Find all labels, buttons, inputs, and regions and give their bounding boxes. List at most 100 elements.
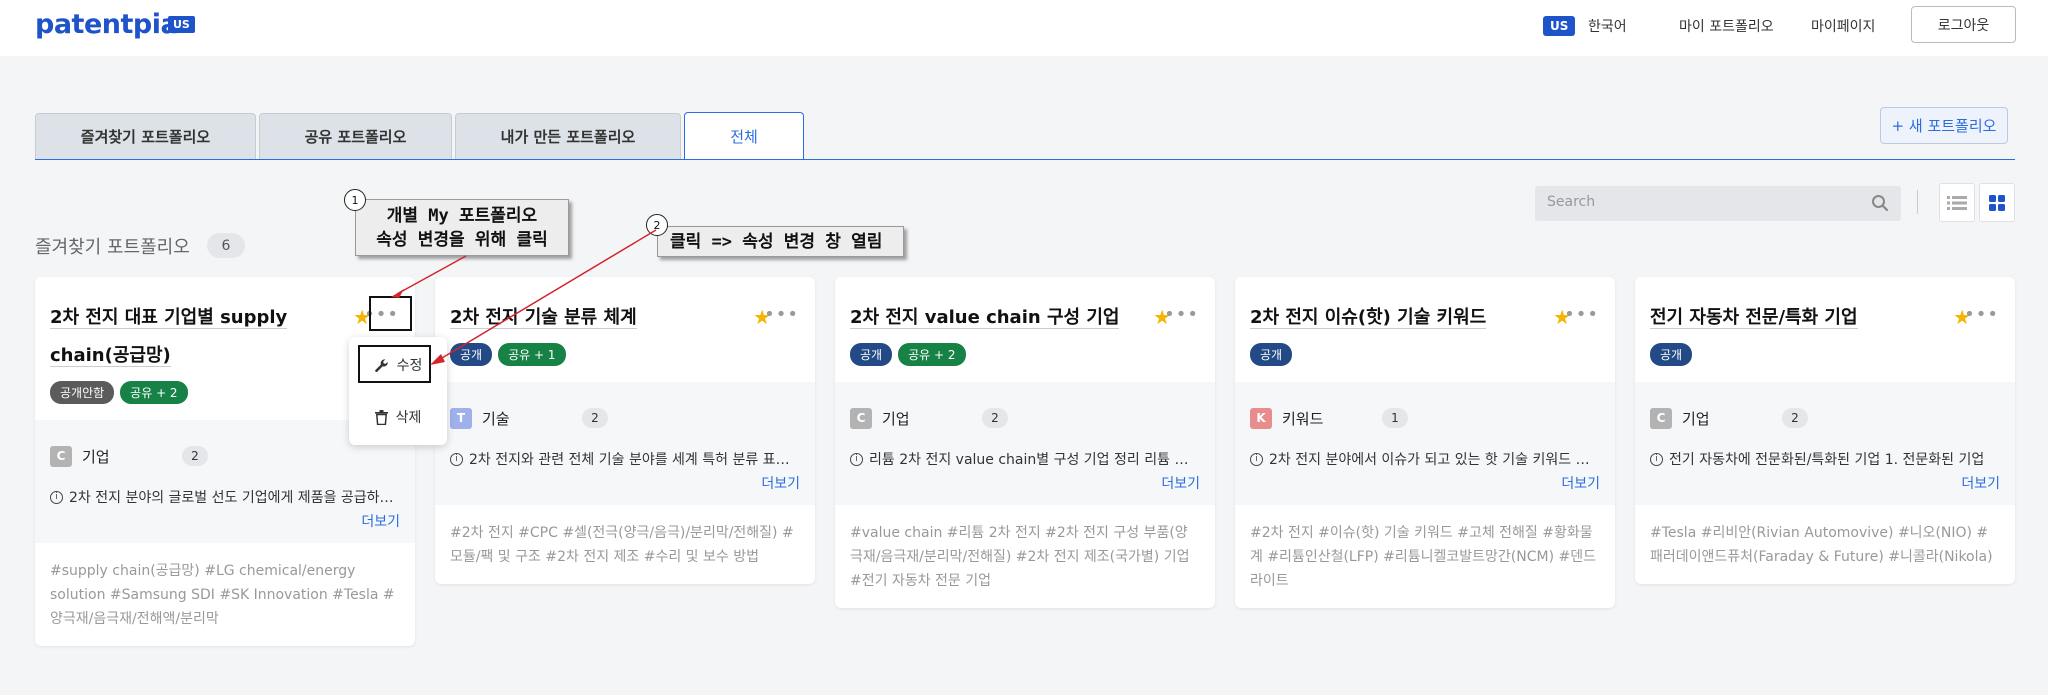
more-link[interactable]: 더보기 bbox=[50, 511, 400, 531]
new-portfolio-button[interactable]: + 새 포트폴리오 bbox=[1880, 107, 2008, 144]
nav-mypage[interactable]: 마이페이지 bbox=[1811, 16, 1875, 36]
card-description: i 2차 전지와 관련 전체 기술 분야를 세계 특허 분류 표준 기준으로 bbox=[450, 449, 800, 469]
tab-all[interactable]: 전체 bbox=[684, 112, 804, 160]
language-toggle[interactable]: 한국어 bbox=[1588, 16, 1627, 36]
section-count-badge: 6 bbox=[207, 233, 245, 258]
view-divider bbox=[1917, 190, 1918, 214]
info-icon: i bbox=[1250, 452, 1263, 466]
portfolio-card[interactable]: 전기 자동차 전문/특화 기업 ★ ••• 공개 C 기업 2 i 전기 자동차… bbox=[1635, 277, 2015, 584]
portfolio-card[interactable]: 2차 전지 기술 분류 체계 ★ ••• 공개 공유 + 1 T 기술 2 i … bbox=[435, 277, 815, 584]
card-header: 2차 전지 value chain 구성 기업 ★ ••• 공개 공유 + 2 bbox=[835, 277, 1215, 382]
category-label: 키워드 bbox=[1282, 409, 1324, 428]
category-row: C 기업 2 bbox=[50, 445, 400, 467]
more-link[interactable]: 더보기 bbox=[1650, 473, 2000, 493]
visibility-badge: 공개 bbox=[850, 343, 893, 366]
category-tech-icon: T bbox=[450, 407, 472, 429]
search-icon[interactable] bbox=[1871, 194, 1889, 212]
annotation-number-1: 1 bbox=[344, 189, 366, 211]
card-tags: #2차 전지 #CPC #셀(전극(양극/음극)/분리막/전해질) #모듈/팩 … bbox=[450, 525, 794, 565]
search-input[interactable] bbox=[1547, 194, 1847, 210]
card-category-section: C 기업 2 i 리튬 2차 전지 value chain별 구성 기업 정리 … bbox=[835, 382, 1215, 505]
category-count: 2 bbox=[582, 408, 608, 428]
logo-region-badge: US bbox=[168, 16, 195, 33]
list-view-button[interactable] bbox=[1939, 183, 1975, 222]
highlight-edit-item bbox=[358, 345, 431, 383]
grid-view-button[interactable] bbox=[1979, 183, 2015, 222]
tab-shared[interactable]: 공유 포트폴리오 bbox=[259, 113, 452, 159]
portfolio-card[interactable]: 2차 전지 이슈(핫) 기술 키워드 ★ ••• 공개 K 키워드 1 i 2차… bbox=[1235, 277, 1615, 608]
category-count: 2 bbox=[182, 446, 208, 466]
info-icon: i bbox=[450, 452, 463, 466]
category-keyword-icon: K bbox=[1250, 407, 1272, 429]
info-icon: i bbox=[850, 452, 863, 466]
share-badge: 공유 + 1 bbox=[498, 343, 566, 366]
annotation-callout-1: 개별 My 포트폴리오 속성 변경을 위해 클릭 bbox=[355, 199, 569, 256]
more-link[interactable]: 더보기 bbox=[850, 473, 1200, 493]
visibility-badge: 공개안함 bbox=[50, 381, 115, 404]
patentpia-logo[interactable]: patentpia bbox=[35, 9, 179, 40]
card-title[interactable]: 2차 전지 기술 분류 체계 bbox=[450, 299, 800, 337]
card-title[interactable]: 2차 전지 대표 기업별 supply chain(공급망) bbox=[50, 299, 400, 375]
card-title[interactable]: 2차 전지 value chain 구성 기업 bbox=[850, 299, 1200, 337]
category-company-icon: C bbox=[1650, 407, 1672, 429]
info-icon: i bbox=[1650, 452, 1663, 466]
annotation-callout-2: 클릭 => 속성 변경 창 열림 bbox=[657, 226, 904, 257]
description-text: 리튬 2차 전지 value chain별 구성 기업 정리 리튬 이온 전지 bbox=[869, 452, 1200, 468]
top-header: patentpia US US 한국어 마이 포트폴리오 마이페이지 로그아웃 bbox=[0, 0, 2048, 56]
card-category-section: K 키워드 1 i 2차 전지 분야에서 이슈가 되고 있는 핫 기술 키워드 … bbox=[1235, 382, 1615, 505]
tab-mine[interactable]: 내가 만든 포트폴리오 bbox=[455, 113, 681, 159]
menu-item-delete[interactable]: 삭제 bbox=[359, 397, 437, 437]
visibility-badge: 공개 bbox=[1250, 343, 1293, 366]
category-label: 기업 bbox=[82, 447, 110, 466]
card-badges: 공개 공유 + 1 bbox=[450, 343, 800, 366]
card-title-text[interactable]: 전기 자동차 전문/특화 기업 bbox=[1650, 307, 1858, 329]
more-options-icon[interactable]: ••• bbox=[764, 304, 799, 325]
more-options-icon[interactable]: ••• bbox=[1964, 304, 1999, 325]
card-category-section: T 기술 2 i 2차 전지와 관련 전체 기술 분야를 세계 특허 분류 표준… bbox=[435, 382, 815, 505]
more-link[interactable]: 더보기 bbox=[450, 473, 800, 493]
category-count: 1 bbox=[1382, 408, 1408, 428]
card-category-section: C 기업 2 i 전기 자동차에 전문화된/특화된 기업 1. 전문화된 기업 … bbox=[1635, 382, 2015, 505]
annotation-2-text: 클릭 => 속성 변경 창 열림 bbox=[670, 232, 883, 252]
card-description: i 2차 전지 분야의 글로벌 선도 기업에게 제품을 공급하는 기업 bbox=[50, 487, 400, 507]
card-tags: #supply chain(공급망) #LG chemical/energy s… bbox=[50, 563, 395, 627]
tab-underline bbox=[35, 159, 2015, 160]
card-title-text[interactable]: 2차 전지 대표 기업별 supply chain(공급망) bbox=[50, 307, 288, 367]
card-title-text[interactable]: 2차 전지 value chain 구성 기업 bbox=[850, 307, 1120, 329]
card-title[interactable]: 2차 전지 이슈(핫) 기술 키워드 bbox=[1250, 299, 1600, 337]
more-options-icon[interactable]: ••• bbox=[1564, 304, 1599, 325]
description-text: 전기 자동차에 전문화된/특화된 기업 1. 전문화된 기업 bbox=[1669, 452, 1985, 468]
portfolio-card[interactable]: 2차 전지 value chain 구성 기업 ★ ••• 공개 공유 + 2 … bbox=[835, 277, 1215, 608]
more-options-icon[interactable]: ••• bbox=[1164, 304, 1199, 325]
info-icon: i bbox=[50, 490, 63, 504]
category-count: 2 bbox=[982, 408, 1008, 428]
category-row: T 기술 2 bbox=[450, 407, 800, 429]
more-link[interactable]: 더보기 bbox=[1250, 473, 1600, 493]
section-title: 즐겨찾기 포트폴리오 bbox=[35, 237, 190, 258]
card-header: 2차 전지 이슈(핫) 기술 키워드 ★ ••• 공개 bbox=[1235, 277, 1615, 382]
description-text: 2차 전지 분야의 글로벌 선도 기업에게 제품을 공급하는 기업 bbox=[69, 490, 400, 506]
tab-favorites[interactable]: 즐겨찾기 포트폴리오 bbox=[35, 113, 256, 159]
card-badges: 공개 bbox=[1250, 343, 1600, 366]
share-badge: 공유 + 2 bbox=[898, 343, 966, 366]
card-title[interactable]: 전기 자동차 전문/특화 기업 bbox=[1650, 299, 2000, 337]
highlight-more-button bbox=[369, 296, 412, 331]
list-view-icon bbox=[1947, 195, 1967, 210]
category-label: 기업 bbox=[882, 409, 910, 428]
portfolio-card[interactable]: 2차 전지 대표 기업별 supply chain(공급망) ★ ••• 공개안… bbox=[35, 277, 415, 646]
annotation-number-2: 2 bbox=[646, 214, 668, 236]
menu-item-delete-label: 삭제 bbox=[395, 410, 422, 426]
trash-icon bbox=[374, 409, 388, 425]
card-badges: 공개안함 공유 + 2 bbox=[50, 381, 400, 404]
card-header: 전기 자동차 전문/특화 기업 ★ ••• 공개 bbox=[1635, 277, 2015, 382]
card-tags: #value chain #리튬 2차 전지 #2차 전지 구성 부품(양극재/… bbox=[850, 525, 1190, 589]
card-description: i 전기 자동차에 전문화된/특화된 기업 1. 전문화된 기업 bbox=[1650, 449, 2000, 469]
annotation-1-line1: 개별 My 포트폴리오 bbox=[386, 206, 538, 226]
card-title-text[interactable]: 2차 전지 기술 분류 체계 bbox=[450, 307, 637, 329]
card-description: i 리튬 2차 전지 value chain별 구성 기업 정리 리튬 이온 전… bbox=[850, 449, 1200, 469]
nav-my-portfolio[interactable]: 마이 포트폴리오 bbox=[1679, 16, 1774, 36]
card-description: i 2차 전지 분야에서 이슈가 되고 있는 핫 기술 키워드 정리 bbox=[1250, 449, 1600, 469]
language-flag-badge[interactable]: US bbox=[1543, 16, 1576, 36]
card-title-text[interactable]: 2차 전지 이슈(핫) 기술 키워드 bbox=[1250, 307, 1487, 329]
logout-button[interactable]: 로그아웃 bbox=[1911, 6, 2016, 43]
